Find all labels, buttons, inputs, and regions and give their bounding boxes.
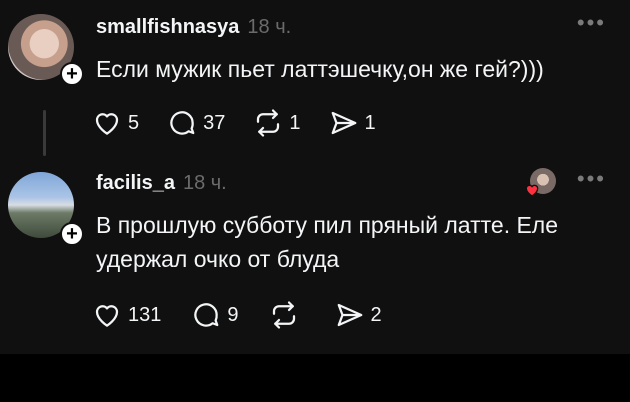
follow-plus-icon[interactable]: + [60, 62, 84, 86]
post: + facilis_a 18 ч. ••• В прошлую субботу … [0, 160, 630, 354]
repost-button[interactable] [269, 300, 305, 330]
timestamp: 18 ч. [182, 172, 227, 194]
comment-icon [170, 111, 195, 135]
username[interactable]: facilis_a [96, 172, 175, 195]
repost-button[interactable]: 1 [253, 108, 301, 138]
username[interactable]: smallfishnasya [96, 16, 239, 39]
reply-button[interactable]: 9 [191, 300, 239, 330]
share-button[interactable]: 1 [329, 108, 376, 138]
post-text: В прошлую субботу пил пряный латте. Еле … [96, 212, 559, 272]
repost-icon [257, 109, 280, 137]
comment-icon [194, 303, 219, 327]
like-button[interactable]: 5 [92, 108, 139, 138]
more-options-icon[interactable]: ••• [577, 12, 606, 34]
repost-count: 1 [289, 111, 301, 134]
send-icon [337, 303, 362, 327]
thread-line [43, 110, 46, 156]
post-meta: smallfishnasya 18 ч. [96, 16, 291, 39]
share-count: 2 [370, 303, 382, 326]
like-button[interactable]: 131 [92, 300, 161, 330]
follow-plus-icon[interactable]: + [60, 222, 84, 246]
reply-count: 37 [203, 111, 226, 134]
heart-badge-icon [525, 184, 539, 197]
reply-count: 9 [227, 303, 239, 326]
threads-feed: + smallfishnasya 18 ч. ••• Если мужик пь… [0, 0, 630, 354]
send-icon [331, 111, 356, 135]
liked-by-avatar[interactable] [524, 168, 556, 198]
like-count: 5 [128, 111, 140, 134]
post-actions: 131 9 2 [92, 300, 412, 330]
post-text: Если мужик пьет латтэшечку,он же гей?))) [96, 56, 544, 82]
post-meta: facilis_a 18 ч. [96, 172, 227, 195]
more-options-icon[interactable]: ••• [577, 168, 606, 190]
heart-icon [95, 305, 119, 327]
share-button[interactable]: 2 [335, 300, 382, 330]
repost-icon [272, 301, 295, 329]
timestamp: 18 ч. [247, 16, 292, 38]
share-count: 1 [364, 111, 376, 134]
post-actions: 5 37 1 1 [92, 108, 404, 138]
heart-icon [95, 113, 119, 135]
post: + smallfishnasya 18 ч. ••• Если мужик пь… [0, 0, 630, 160]
like-count: 131 [128, 303, 162, 326]
reply-button[interactable]: 37 [167, 108, 225, 138]
